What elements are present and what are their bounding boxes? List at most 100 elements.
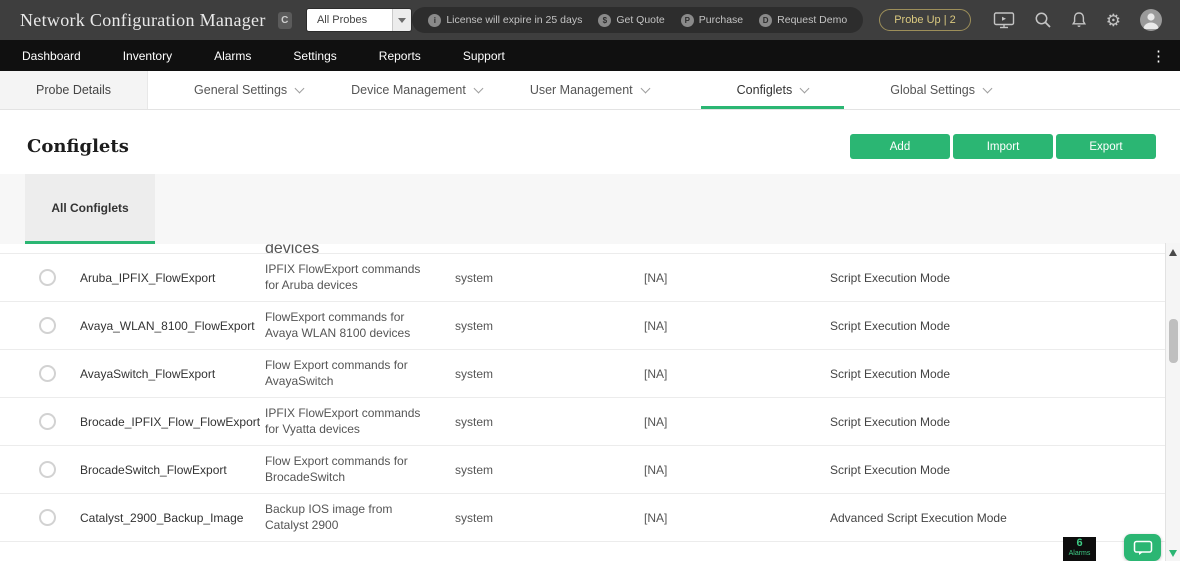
nav-alarms[interactable]: Alarms xyxy=(193,40,272,71)
user-avatar[interactable] xyxy=(1140,9,1162,31)
table-row[interactable]: BrocadeSwitch_FlowExport Flow Export com… xyxy=(0,446,1180,494)
configlet-description: IPFIX FlowExport commands for Aruba devi… xyxy=(265,262,455,294)
subnav-label: Configlets xyxy=(737,83,793,97)
configlets-table: Aruba_IPFIX_FlowExport IPFIX FlowExport … xyxy=(0,254,1180,542)
subnav-global-settings[interactable]: Global Settings xyxy=(866,71,1015,109)
chevron-down-icon xyxy=(295,83,305,93)
probe-up-status[interactable]: Probe Up | 2 xyxy=(879,9,971,31)
get-quote-link[interactable]: $ Get Quote xyxy=(598,14,664,27)
kebab-menu-icon[interactable]: ⋮ xyxy=(1137,40,1180,71)
page-header: Configlets Add Import Export xyxy=(0,110,1180,159)
scroll-up-arrow-icon[interactable] xyxy=(1169,249,1177,256)
nav-inventory[interactable]: Inventory xyxy=(102,40,193,71)
configlet-owner: system xyxy=(455,511,644,525)
license-pill: i License will expire in 25 days $ Get Q… xyxy=(412,7,863,33)
subnav-configlets[interactable]: Configlets xyxy=(701,71,845,109)
table-row[interactable]: Avaya_WLAN_8100_FlowExport FlowExport co… xyxy=(0,302,1180,350)
configlet-owner: system xyxy=(455,319,644,333)
subnav-label: General Settings xyxy=(194,83,287,97)
chat-icon xyxy=(1133,540,1153,556)
app-title: Network Configuration Manager xyxy=(20,10,266,31)
chevron-down-icon xyxy=(983,83,993,93)
configlet-execution-mode: Script Execution Mode xyxy=(830,319,1180,333)
license-expiry-text: License will expire in 25 days xyxy=(446,14,582,26)
table-row[interactable]: Brocade_IPFIX_Flow_FlowExport IPFIX Flow… xyxy=(0,398,1180,446)
subnav-probe-details[interactable]: Probe Details xyxy=(0,71,148,109)
scrollbar-thumb[interactable] xyxy=(1169,319,1178,363)
table-row[interactable]: Catalyst_2900_Backup_Image Backup IOS im… xyxy=(0,494,1180,542)
vertical-scrollbar[interactable] xyxy=(1165,243,1180,561)
configlet-owner: system xyxy=(455,271,644,285)
gear-icon[interactable]: ⚙ xyxy=(1106,12,1121,29)
nav-settings[interactable]: Settings xyxy=(272,40,357,71)
configlet-owner: system xyxy=(455,463,644,477)
alarms-badge[interactable]: 6 Alarms xyxy=(1063,537,1096,561)
row-radio-button[interactable] xyxy=(39,413,56,430)
configlet-na-value: [NA] xyxy=(644,367,830,381)
license-expiry: i License will expire in 25 days xyxy=(428,14,582,27)
configlet-description: IPFIX FlowExport commands for Vyatta dev… xyxy=(265,406,455,438)
chevron-down-icon xyxy=(800,83,810,93)
configlet-execution-mode: Script Execution Mode xyxy=(830,415,1180,429)
configlet-name: Avaya_WLAN_8100_FlowExport xyxy=(80,319,265,333)
bell-icon[interactable] xyxy=(1071,11,1087,29)
configlets-table-wrap: devices Aruba_IPFIX_FlowExport IPFIX Flo… xyxy=(0,244,1180,542)
configlet-na-value: [NA] xyxy=(644,415,830,429)
row-radio-button[interactable] xyxy=(39,317,56,334)
support-chat-button[interactable] xyxy=(1124,534,1161,561)
subnav-general-settings[interactable]: General Settings xyxy=(170,71,327,109)
row-radio-button[interactable] xyxy=(39,269,56,286)
probe-selector-dropdown-button[interactable] xyxy=(392,9,412,31)
probe-selector-value[interactable]: All Probes xyxy=(307,9,392,31)
nav-support[interactable]: Support xyxy=(442,40,526,71)
monitor-icon[interactable] xyxy=(993,11,1015,29)
request-demo-label[interactable]: Request Demo xyxy=(777,14,847,26)
configlet-execution-mode: Script Execution Mode xyxy=(830,271,1180,285)
purchase-link[interactable]: P Purchase xyxy=(681,14,743,27)
tab-all-configlets[interactable]: All Configlets xyxy=(25,174,155,244)
chevron-down-icon xyxy=(473,83,483,93)
nav-reports[interactable]: Reports xyxy=(358,40,442,71)
alarm-count: 6 xyxy=(1076,537,1082,550)
partial-description: devices xyxy=(265,244,455,254)
configlet-na-value: [NA] xyxy=(644,463,830,477)
nav-dashboard[interactable]: Dashboard xyxy=(1,40,102,71)
configlet-name: BrocadeSwitch_FlowExport xyxy=(80,463,265,477)
purchase-label[interactable]: Purchase xyxy=(699,14,743,26)
request-demo-icon: D xyxy=(759,14,772,27)
configlet-name: AvayaSwitch_FlowExport xyxy=(80,367,265,381)
main-nav: Dashboard Inventory Alarms Settings Repo… xyxy=(0,40,1180,71)
configlet-execution-mode: Advanced Script Execution Mode xyxy=(830,511,1180,525)
configlet-owner: system xyxy=(455,415,644,429)
configlet-na-value: [NA] xyxy=(644,319,830,333)
table-row[interactable]: Aruba_IPFIX_FlowExport IPFIX FlowExport … xyxy=(0,254,1180,302)
configlet-description: Backup IOS image from Catalyst 2900 xyxy=(265,502,455,534)
partial-table-row: devices xyxy=(0,244,1180,254)
subnav-label: Global Settings xyxy=(890,83,975,97)
request-demo-link[interactable]: D Request Demo xyxy=(759,14,847,27)
topbar-icons: ⚙ xyxy=(993,9,1170,31)
table-row[interactable]: AvayaSwitch_FlowExport Flow Export comma… xyxy=(0,350,1180,398)
settings-sub-nav: Probe Details General Settings Device Ma… xyxy=(0,71,1180,110)
purchase-icon: P xyxy=(681,14,694,27)
export-button[interactable]: Export xyxy=(1056,134,1156,159)
configlet-name: Catalyst_2900_Backup_Image xyxy=(80,511,265,525)
add-button[interactable]: Add xyxy=(850,134,950,159)
license-info-icon: i xyxy=(428,14,441,27)
subnav-label: User Management xyxy=(530,83,633,97)
row-radio-button[interactable] xyxy=(39,509,56,526)
configlet-execution-mode: Script Execution Mode xyxy=(830,367,1180,381)
configlets-tabstrip: All Configlets xyxy=(0,174,1180,244)
product-c-icon: C xyxy=(278,12,292,29)
search-icon[interactable] xyxy=(1034,11,1052,29)
configlet-owner: system xyxy=(455,367,644,381)
subnav-device-management[interactable]: Device Management xyxy=(327,71,506,109)
get-quote-label[interactable]: Get Quote xyxy=(616,14,664,26)
probe-selector[interactable]: All Probes xyxy=(306,8,412,32)
subnav-label: Device Management xyxy=(351,83,466,97)
subnav-user-management[interactable]: User Management xyxy=(506,71,673,109)
row-radio-button[interactable] xyxy=(39,461,56,478)
import-button[interactable]: Import xyxy=(953,134,1053,159)
scroll-down-arrow-icon[interactable] xyxy=(1169,550,1177,557)
row-radio-button[interactable] xyxy=(39,365,56,382)
